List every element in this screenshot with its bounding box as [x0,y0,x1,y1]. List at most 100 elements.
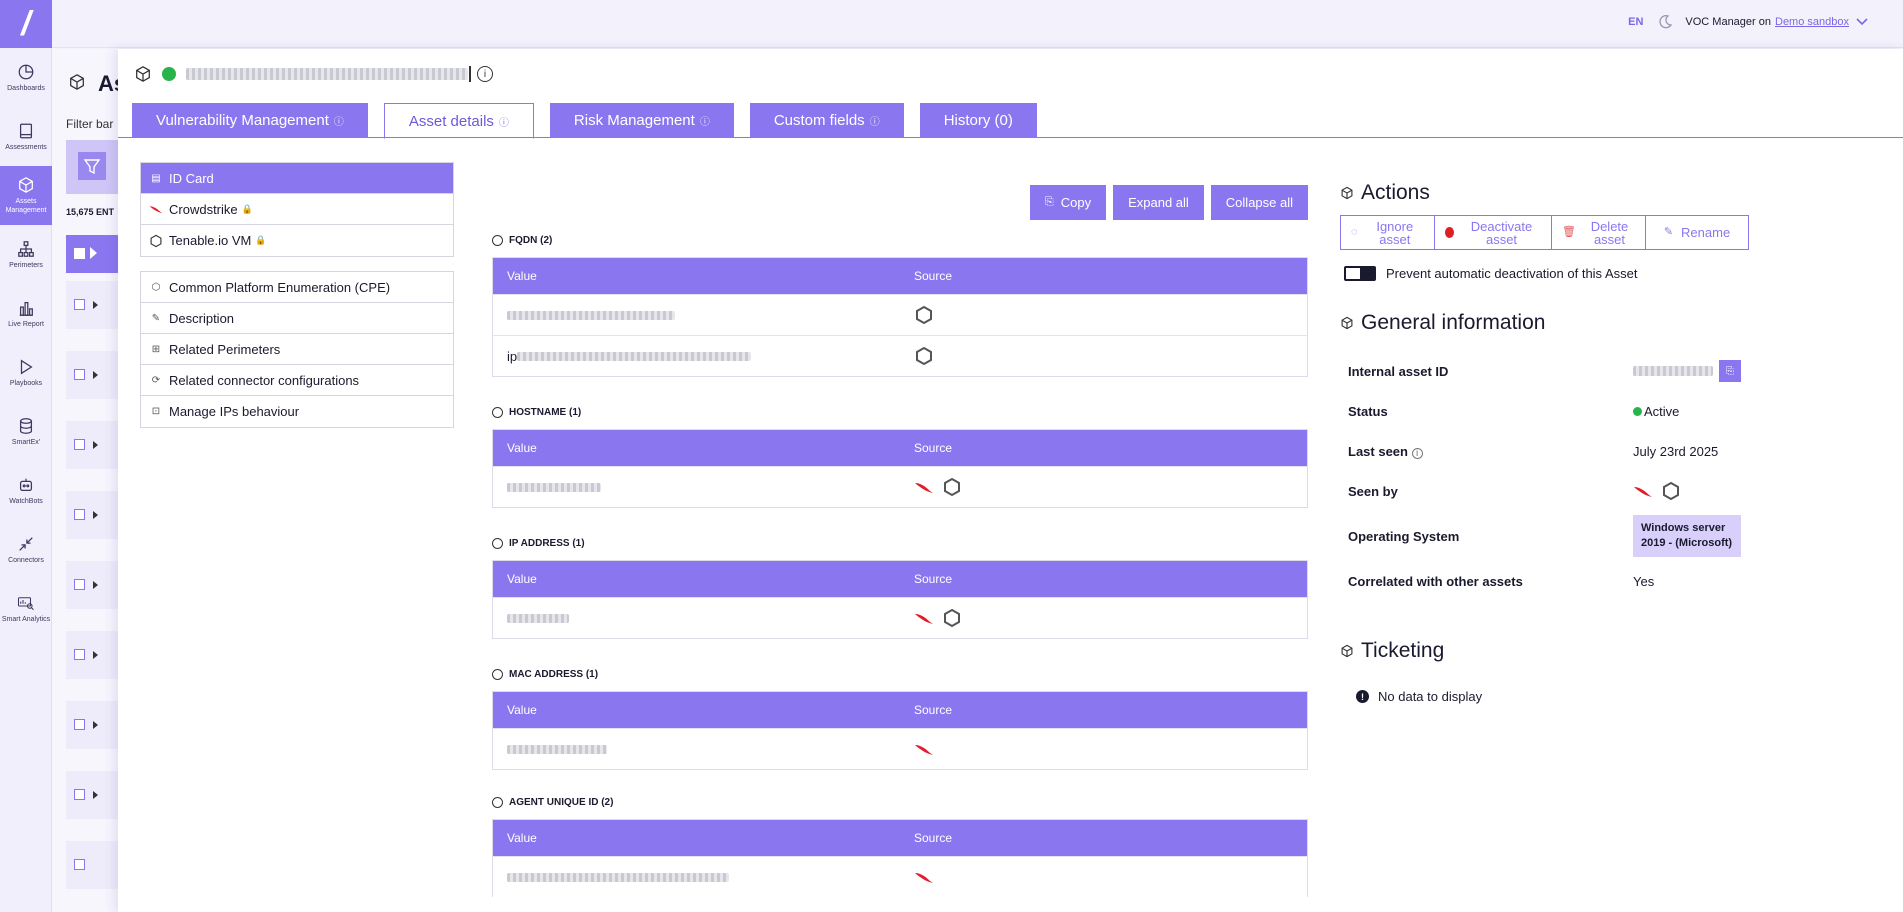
tab-risk-management[interactable]: Risk Management ⓘ [549,103,734,138]
section-ip-address: IP ADDRESS (1) Value Source [492,536,1308,639]
ticketing-title: Ticketing [1340,639,1760,663]
sidebar-item-smart-analytics[interactable]: Smart Analytics [0,579,52,638]
row-checkbox[interactable] [74,509,85,520]
agent-unique-id-table: Value Source [492,819,1308,897]
id-card-icon: ▤ [151,172,161,184]
sidebar-item-smartex[interactable]: SmartEx' [0,402,52,461]
menu-item-tenable[interactable]: Tenable.io VM 🔒 [141,225,453,256]
app-logo[interactable]: / [0,0,52,48]
cube-icon [1341,644,1353,658]
sidebar-item-assets-management[interactable]: Assets Management [0,166,52,225]
section-toggle[interactable]: IP ADDRESS (1) [492,536,1308,550]
menu-item-related-perimeters[interactable]: ⊞ Related Perimeters [141,334,453,365]
menu-item-description[interactable]: ✎ Description [141,303,453,334]
menu-item-related-connector-configurations[interactable]: ⟳ Related connector configurations [141,365,453,396]
menu-item-cpe[interactable]: ⬡ Common Platform Enumeration (CPE) [141,272,453,303]
sidebar-item-perimeters[interactable]: Perimeters [0,225,52,284]
table-header [66,235,118,273]
table-row[interactable] [66,841,118,889]
menu-item-id-card[interactable]: ▤ ID Card [141,163,453,194]
radio-icon [492,234,503,246]
expand-all-button[interactable]: Expand all [1113,185,1204,220]
row-checkbox[interactable] [74,439,85,450]
info-icon[interactable]: i [477,66,493,82]
table-row[interactable] [66,631,118,679]
section-toggle[interactable]: FQDN (2) [492,233,1308,247]
lock-icon: ⊡ [151,406,161,417]
tab-history[interactable]: History (0) [919,103,1037,138]
info-icon[interactable]: i [1411,447,1423,459]
ignore-asset-button[interactable]: ◌ Ignore asset [1340,215,1435,250]
moon-icon[interactable] [1657,14,1673,30]
row-expand-icon[interactable] [93,511,98,519]
row-expand-icon[interactable] [93,581,98,589]
row-expand-icon[interactable] [93,721,98,729]
os-badge: Windows server 2019 - (Microsoft) [1633,515,1741,557]
language-switcher[interactable]: EN [1628,16,1643,28]
copy-button[interactable]: ⎘ Copy [1029,185,1107,220]
chevron-down-icon[interactable] [1855,17,1869,27]
tab-custom-fields[interactable]: Custom fields ⓘ [749,103,904,138]
row-expand-icon[interactable] [93,651,98,659]
deactivate-asset-button[interactable]: Deactivate asset [1434,215,1552,250]
select-all-checkbox[interactable] [74,248,85,259]
copy-id-button[interactable]: ⎘ [1719,360,1741,382]
source-cell [914,305,942,325]
ip-address-table: Value Source [492,560,1308,639]
row-expand-icon[interactable] [93,371,98,379]
table-row[interactable] [66,351,118,399]
database-icon [19,417,33,434]
menu-item-manage-ips[interactable]: ⊡ Manage IPs behaviour [141,396,453,427]
crowdstrike-icon [915,745,933,755]
table-row: ip [493,335,1307,376]
prevent-deactivation-toggle[interactable] [1344,266,1376,281]
row-checkbox[interactable] [74,299,85,310]
expand-all-caret-icon[interactable] [90,247,97,259]
tab-vulnerability-management[interactable]: Vulnerability Management ⓘ [132,103,368,138]
table-row[interactable] [66,281,118,329]
asset-status-dot [162,67,176,81]
row-checkbox[interactable] [74,789,85,800]
table-row[interactable] [66,701,118,749]
tab-asset-details[interactable]: Asset details ⓘ [383,103,534,139]
table-header: Value Source [493,820,1307,856]
menu-item-crowdstrike[interactable]: Crowdstrike 🔒 [141,194,453,225]
row-checkbox[interactable] [74,859,85,870]
redacted-asset-id [1633,366,1713,376]
table-row[interactable] [66,421,118,469]
sidebar-item-watchbots[interactable]: WatchBots [0,461,52,520]
row-checkbox[interactable] [74,369,85,380]
drawer-tabs: Vulnerability Management ⓘ Asset details ⓘ… [132,103,1053,139]
sidebar-item-connectors[interactable]: Connectors [0,520,52,579]
entries-count: 15,675 ENT [66,207,115,217]
cube-icon [1341,186,1353,200]
section-toggle[interactable]: AGENT UNIQUE ID (2) [492,795,1308,809]
table-row[interactable] [66,771,118,819]
section-toggle[interactable]: MAC ADDRESS (1) [492,667,1308,681]
cube-icon [19,177,33,193]
collapse-all-button[interactable]: Collapse all [1210,185,1308,220]
seen-by-row: Seen by [1340,471,1760,511]
rename-button[interactable]: ✎ Rename [1645,215,1749,250]
row-checkbox[interactable] [74,719,85,730]
sidebar-item-live-report[interactable]: Live Report [0,284,52,343]
table-row[interactable] [66,491,118,539]
pencil-icon: ✎ [1663,226,1674,238]
row-expand-icon[interactable] [93,791,98,799]
trash-icon: 🗑 [1562,226,1576,238]
row-checkbox[interactable] [74,649,85,660]
value-cell: ip [493,349,914,364]
asset-side-panel: Actions ◌ Ignore asset Deactivate asset 🗑… [1340,181,1760,704]
workspace-link[interactable]: Demo sandbox [1775,16,1849,28]
sidebar-item-playbooks[interactable]: Playbooks [0,343,52,402]
details-menu: ▤ ID Card Crowdstrike 🔒 Tenable.io VM 🔒 … [140,162,454,442]
row-expand-icon[interactable] [93,301,98,309]
row-expand-icon[interactable] [93,441,98,449]
table-row[interactable] [66,561,118,609]
row-checkbox[interactable] [74,579,85,590]
sidebar-item-assessments[interactable]: Assessments [0,107,52,166]
section-toggle[interactable]: HOSTNAME (1) [492,405,1308,419]
delete-asset-button[interactable]: 🗑 Delete asset [1551,215,1646,250]
sidebar-item-dashboards[interactable]: Dashboards [0,48,52,107]
filter-button[interactable] [78,152,106,180]
